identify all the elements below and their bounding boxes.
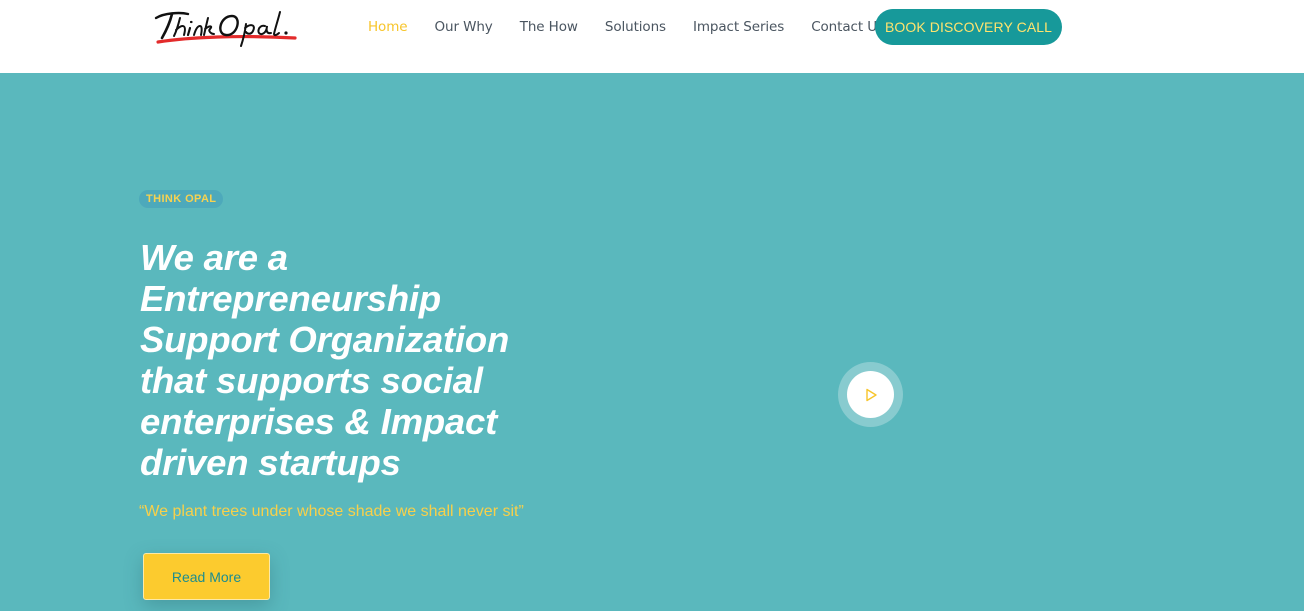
nav-contact-us[interactable]: Contact Us xyxy=(811,19,884,35)
nav-home[interactable]: Home xyxy=(368,19,408,35)
play-button-circle xyxy=(847,371,894,418)
play-icon xyxy=(865,388,877,401)
hero-badge: THINK OPAL xyxy=(139,190,224,208)
nav-impact-series[interactable]: Impact Series xyxy=(693,19,784,35)
nav-our-why[interactable]: Our Why xyxy=(434,19,492,35)
hero-section: THINK OPAL We are a Entrepreneurship Sup… xyxy=(0,73,1304,611)
headline-line: that supports social xyxy=(140,360,483,401)
book-discovery-call-button[interactable]: BOOK DISCOVERY CALL xyxy=(875,9,1062,45)
logo-wordmark-icon xyxy=(154,11,297,47)
play-video-button[interactable] xyxy=(838,362,903,427)
nav-the-how[interactable]: The How xyxy=(520,19,578,35)
headline-line: We are a xyxy=(140,237,288,278)
nav-solutions[interactable]: Solutions xyxy=(605,19,666,35)
headline-line: enterprises & Impact xyxy=(140,401,498,442)
read-more-button[interactable]: Read More xyxy=(143,553,270,600)
headline-line: Entrepreneurship xyxy=(140,278,442,319)
headline-line: Support Organization xyxy=(140,319,510,360)
hero-quote: “We plant trees under whose shade we sha… xyxy=(139,503,524,520)
hero-headline: We are a Entrepreneurship Support Organi… xyxy=(140,237,560,483)
main-nav: Home Our Why The How Solutions Impact Se… xyxy=(356,9,911,45)
site-header: Home Our Why The How Solutions Impact Se… xyxy=(0,0,1304,73)
headline-line: driven startups xyxy=(140,442,401,483)
thinkopal-logo[interactable] xyxy=(150,4,302,50)
